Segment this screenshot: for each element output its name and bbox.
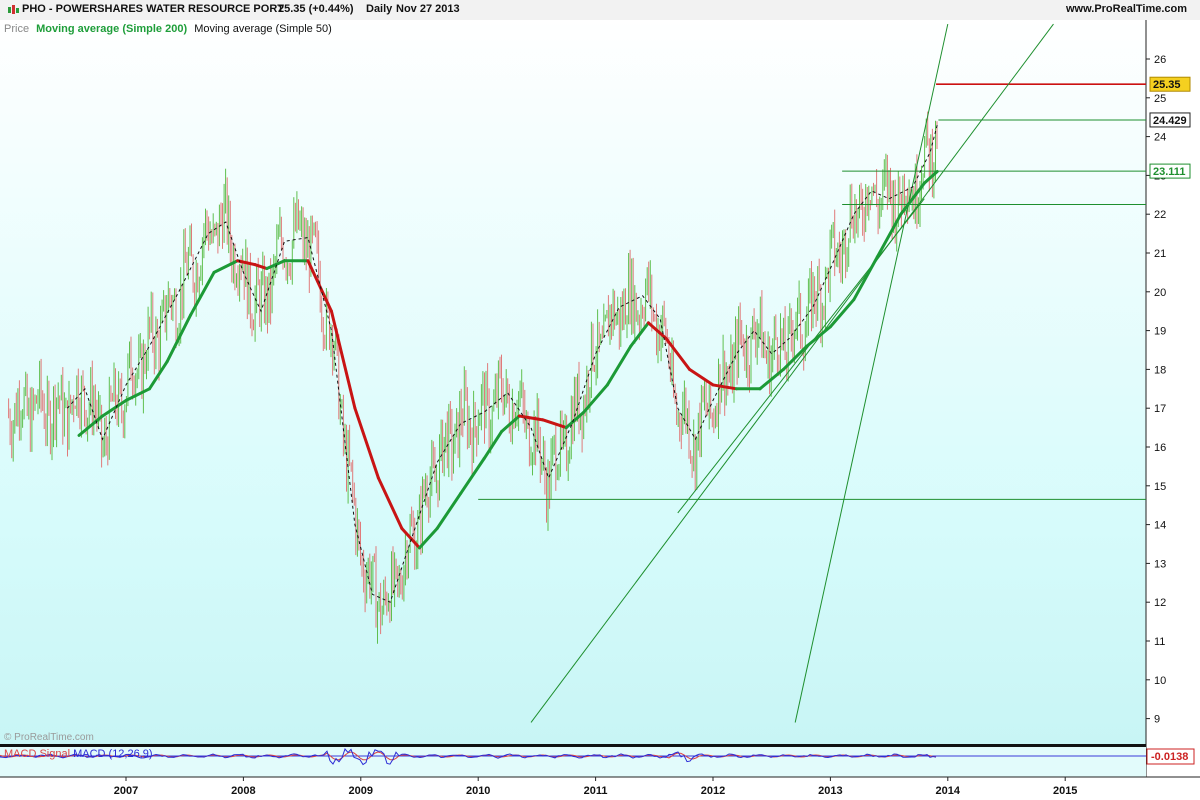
price-tick-label: 9 <box>1154 714 1160 726</box>
panel-separator <box>0 744 1146 747</box>
time-tick-label: 2008 <box>231 785 255 797</box>
price-label: 25.35 <box>1153 79 1181 91</box>
plot-gradient <box>0 20 1146 745</box>
price-tick-label: 19 <box>1154 326 1166 338</box>
price-tick-label: 25 <box>1154 93 1166 105</box>
time-tick-label: 2014 <box>936 785 961 797</box>
price-chart[interactable]: 91011121314151617181920212223242526 25.3… <box>0 20 1200 800</box>
price-tick-label: 10 <box>1154 675 1166 687</box>
price-tick-label: 21 <box>1154 248 1166 260</box>
price-label: 23.111 <box>1153 166 1185 178</box>
macd-legend-signal: Signal <box>39 748 71 760</box>
price-tick-label: 12 <box>1154 597 1166 609</box>
legend-price: Price <box>4 23 30 35</box>
time-tick-label: 2007 <box>114 785 138 797</box>
price-tick-label: 15 <box>1154 481 1166 493</box>
time-tick-label: 2011 <box>584 785 608 797</box>
macd-value: -0.0138 <box>1151 751 1188 763</box>
price-tick-label: 22 <box>1154 209 1166 221</box>
price-tick-label: 14 <box>1154 520 1166 532</box>
time-tick-label: 2013 <box>818 785 842 797</box>
macd-panel <box>0 747 1146 777</box>
macd-legend-macd: MACD (12,26,9) <box>70 748 153 760</box>
legend-ma50[interactable]: Moving average (Simple 50) <box>194 23 332 35</box>
price-tick-label: 17 <box>1154 403 1166 415</box>
chart-type-icon <box>7 5 20 16</box>
watermark: © ProRealTime.com <box>4 732 94 743</box>
symbol-label: PHO - POWERSHARES WATER RESOURCE PORT <box>22 3 284 15</box>
time-tick-label: 2010 <box>466 785 490 797</box>
macd-legend-part1: MACD <box>4 748 37 760</box>
site-link[interactable]: www.ProRealTime.com <box>1066 3 1187 15</box>
chart-header: PHO - POWERSHARES WATER RESOURCE PORT 25… <box>0 0 1200 21</box>
date-label: Nov 27 2013 <box>396 3 460 15</box>
price-tick-label: 20 <box>1154 287 1166 299</box>
price-label: 24.429 <box>1153 115 1187 127</box>
price-tick-label: 18 <box>1154 364 1166 376</box>
time-tick-label: 2009 <box>349 785 373 797</box>
time-tick-label: 2012 <box>701 785 725 797</box>
quote-label: 25.35 (+0.44%) <box>278 3 354 15</box>
price-tick-label: 24 <box>1154 132 1166 144</box>
chart-legend: Price Moving average (Simple 200) Moving… <box>4 23 336 35</box>
price-tick-label: 13 <box>1154 558 1166 570</box>
time-tick-label: 2015 <box>1053 785 1077 797</box>
macd-legend: MACD Signal MACD (12,26,9) <box>4 748 153 760</box>
price-tick-label: 11 <box>1154 636 1165 648</box>
legend-ma200[interactable]: Moving average (Simple 200) <box>36 23 187 35</box>
price-tick-label: 26 <box>1154 54 1166 66</box>
period-label: Daily <box>366 3 393 15</box>
price-tick-label: 16 <box>1154 442 1166 454</box>
